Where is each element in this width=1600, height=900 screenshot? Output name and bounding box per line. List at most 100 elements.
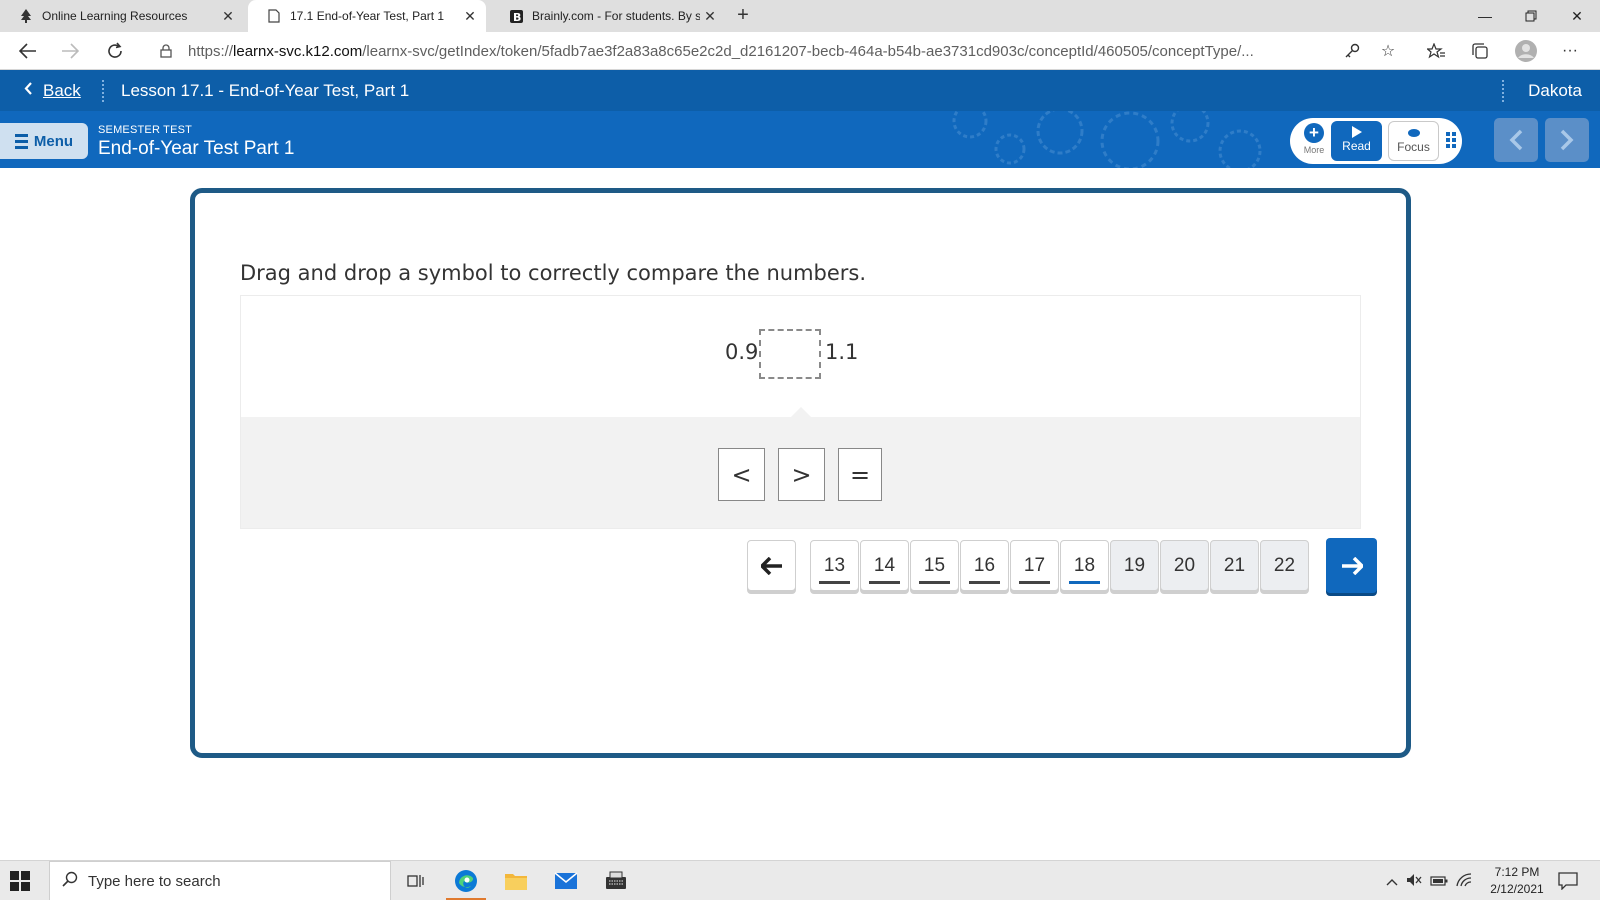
back-arrow-icon[interactable]	[14, 37, 42, 65]
reload-icon[interactable]	[101, 37, 129, 65]
hamburger-icon	[14, 133, 28, 149]
search-icon	[62, 871, 78, 892]
question-17-button[interactable]: 17	[1010, 540, 1059, 591]
tree-icon	[18, 8, 34, 24]
svg-text:B: B	[513, 11, 521, 23]
wifi-icon[interactable]	[1456, 872, 1472, 890]
previous-question-button[interactable]	[747, 540, 796, 591]
url-text: https://learnx-svc.k12.com/learnx-svc/ge…	[188, 42, 1254, 60]
read-label: Read	[1342, 139, 1371, 153]
browser-tab-active[interactable]: 17.1 End-of-Year Test, Part 1 ✕	[248, 0, 486, 32]
forward-arrow-icon[interactable]	[56, 37, 84, 65]
less-than-tile[interactable]: <	[718, 448, 765, 501]
question-15-button[interactable]: 15	[910, 540, 959, 591]
gears-decoration	[952, 111, 1262, 168]
more-button[interactable]: + More	[1300, 121, 1328, 161]
close-icon[interactable]: ✕	[700, 8, 720, 25]
windows-start-icon[interactable]	[10, 871, 30, 891]
chevron-right-icon	[1560, 129, 1574, 151]
collections-icon[interactable]	[1468, 39, 1492, 63]
course-header: Menu SEMESTER TEST End-of-Year Test Part…	[0, 111, 1600, 168]
clock-date: 2/12/2021	[1490, 882, 1544, 896]
question-22-button[interactable]: 22	[1260, 540, 1309, 591]
address-bar: https://learnx-svc.k12.com/learnx-svc/ge…	[0, 32, 1600, 70]
browser-tab-title: 17.1 End-of-Year Test, Part 1	[290, 9, 445, 23]
battery-icon[interactable]	[1430, 874, 1448, 889]
notifications-icon[interactable]	[1556, 869, 1580, 893]
favorites-icon[interactable]	[1424, 39, 1448, 63]
divider	[102, 80, 104, 102]
close-icon[interactable]: ✕	[460, 8, 480, 25]
browser-tab-strip: Online Learning Resources ✕ 17.1 End-of-…	[0, 0, 1600, 32]
lock-icon	[160, 44, 174, 58]
clock-time: 7:12 PM	[1494, 865, 1540, 879]
previous-page-button[interactable]	[1494, 118, 1538, 162]
url-field[interactable]: https://learnx-svc.k12.com/learnx-svc/ge…	[150, 36, 1406, 66]
brainly-icon: B	[508, 8, 524, 24]
page-icon	[266, 8, 282, 24]
volume-muted-icon[interactable]	[1406, 873, 1422, 890]
lesson-header: Back Lesson 17.1 - End-of-Year Test, Par…	[0, 70, 1600, 111]
question-14-button[interactable]: 14	[860, 540, 909, 591]
back-link[interactable]: Back	[24, 70, 81, 111]
menu-label: Menu	[33, 132, 74, 150]
divider	[1502, 80, 1504, 102]
arrow-left-icon	[760, 556, 782, 575]
question-16-button[interactable]: 16	[960, 540, 1009, 591]
tray-pointer	[790, 407, 812, 418]
equals-tile[interactable]: =	[838, 448, 882, 501]
more-options-icon[interactable]: ···	[1558, 39, 1582, 63]
question-19-button[interactable]: 19	[1110, 540, 1159, 591]
plus-icon: +	[1304, 123, 1324, 143]
question-21-button[interactable]: 21	[1210, 540, 1259, 591]
restore-button[interactable]	[1508, 0, 1554, 32]
file-explorer-icon[interactable]	[492, 861, 540, 900]
read-button[interactable]: Read	[1331, 121, 1382, 161]
system-tray	[1386, 861, 1472, 900]
next-page-button[interactable]	[1545, 118, 1589, 162]
user-name[interactable]: Dakota	[1528, 70, 1582, 111]
lesson-title: Lesson 17.1 - End-of-Year Test, Part 1	[121, 80, 410, 100]
browser-tab-title: Brainly.com - For students. By students.	[532, 9, 700, 23]
chevron-left-icon	[1509, 129, 1523, 151]
chevron-up-icon[interactable]	[1386, 874, 1398, 889]
browser-tab[interactable]: B Brainly.com - For students. By student…	[490, 0, 726, 32]
app-typewriter-icon[interactable]	[592, 861, 640, 900]
arrow-right-icon	[1341, 556, 1363, 575]
question-18-button[interactable]: 18	[1060, 540, 1109, 591]
browser-tab[interactable]: Online Learning Resources ✕	[0, 0, 244, 32]
play-icon	[1351, 126, 1362, 138]
more-label: More	[1303, 145, 1325, 155]
close-icon[interactable]: ✕	[218, 8, 238, 25]
new-tab-button[interactable]: +	[731, 4, 755, 28]
back-label: Back	[43, 80, 81, 100]
profile-avatar[interactable]	[1514, 39, 1538, 63]
next-question-button[interactable]	[1326, 538, 1377, 593]
question-prompt: Drag and drop a symbol to correctly comp…	[240, 261, 867, 285]
symbol-drop-zone[interactable]	[759, 329, 821, 379]
eye-icon	[1407, 129, 1420, 137]
focus-button[interactable]: Focus	[1388, 121, 1439, 161]
add-favorite-icon[interactable]: ☆	[1376, 39, 1400, 63]
close-window-button[interactable]: ✕	[1554, 0, 1600, 32]
chevron-left-icon	[24, 82, 33, 99]
system-clock[interactable]: 7:12 PM 2/12/2021	[1482, 864, 1552, 898]
greater-than-tile[interactable]: >	[778, 448, 825, 501]
question-20-button[interactable]: 20	[1160, 540, 1209, 591]
taskbar: Type here to search 7:12 PM 2/12/2021	[0, 860, 1600, 900]
left-number: 0.9	[725, 340, 759, 364]
browser-tab-title: Online Learning Resources	[42, 9, 188, 23]
section-label: SEMESTER TEST	[98, 124, 193, 136]
task-view-icon[interactable]	[392, 861, 440, 900]
key-icon[interactable]	[1340, 39, 1364, 63]
taskbar-search-box[interactable]: Type here to search	[49, 861, 391, 900]
test-title: End-of-Year Test Part 1	[98, 138, 295, 159]
edge-browser-icon[interactable]	[442, 861, 490, 900]
focus-label: Focus	[1397, 140, 1430, 154]
mail-icon[interactable]	[542, 861, 590, 900]
right-number: 1.1	[825, 340, 859, 364]
menu-button[interactable]: Menu	[0, 123, 88, 159]
question-13-button[interactable]: 13	[810, 540, 859, 591]
apps-grid-icon[interactable]	[1446, 125, 1460, 155]
minimize-button[interactable]: —	[1462, 0, 1508, 32]
